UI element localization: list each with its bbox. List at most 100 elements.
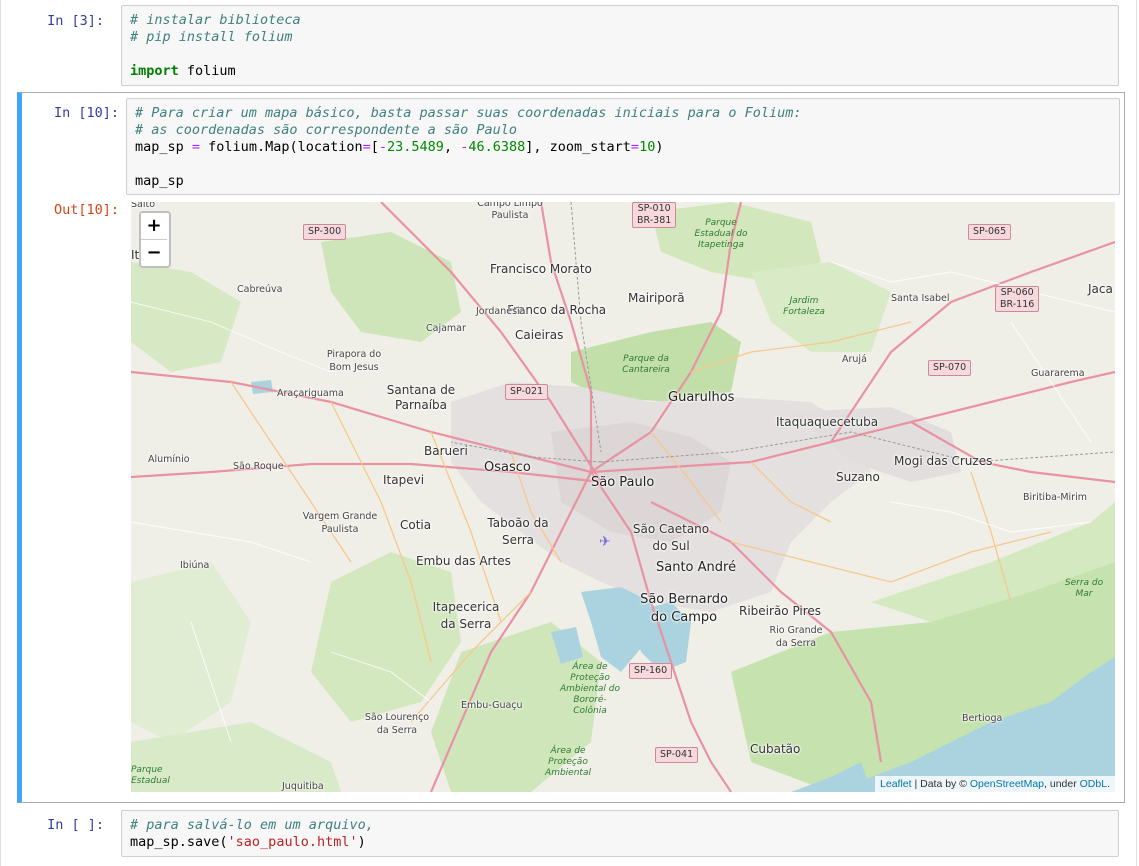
code-input-area[interactable]: # Para criar um mapa básico, basta passa… — [126, 98, 1120, 195]
city-label: Itapecerica da Serra — [432, 600, 500, 631]
city-label: Cajamar — [426, 323, 466, 334]
city-label: Arujá — [842, 354, 867, 365]
code-input-area[interactable]: # instalar biblioteca # pip install foli… — [121, 5, 1119, 86]
city-label: Suzano — [836, 470, 880, 484]
leaflet-map[interactable]: + − SP-300 SP-021 SP-010 BR-381 SP-065 S… — [131, 202, 1115, 792]
input-prompt: In [10]: — [53, 105, 119, 121]
city-label: São Lourenço da Serra — [364, 712, 430, 736]
code-string: 'sao_paulo.html' — [227, 834, 358, 850]
zoom-control: + − — [139, 211, 171, 268]
code-token: 10 — [639, 139, 656, 155]
city-label: Francisco Morato — [490, 262, 592, 276]
page-border-left — [0, 0, 1, 866]
city-label: It — [131, 248, 140, 262]
page-border-right — [1136, 0, 1137, 866]
road-shield-line: SP-010 — [637, 203, 671, 214]
code-editor[interactable]: # para salvá-lo em um arquivo, map_sp.sa… — [130, 817, 374, 851]
code-token: map_sp.save( — [130, 834, 228, 850]
city-label: Embu-Guaçu — [461, 700, 523, 711]
park-label: Jardim Fortaleza — [783, 296, 825, 317]
city-label: Ibiúna — [180, 560, 210, 571]
city-label: Jaca — [1088, 282, 1113, 296]
openstreetmap-link[interactable]: OpenStreetMap — [970, 778, 1044, 790]
city-label: Rio Grande da Serra — [769, 625, 823, 649]
code-token: = — [191, 139, 201, 155]
odbl-link[interactable]: ODbL — [1080, 778, 1107, 790]
city-label: Campo Limpo Paulista — [477, 202, 543, 221]
zoom-in-button[interactable]: + — [141, 213, 167, 240]
city-label: Mairiporã — [628, 291, 685, 305]
road-shield-line: BR-381 — [637, 215, 672, 226]
city-label: Jordanésia — [476, 306, 526, 317]
city-label: Bertioga — [962, 713, 1003, 724]
road-shield-line: SP-060 — [1000, 287, 1034, 298]
city-label: São Caetano do Sul — [632, 522, 710, 553]
code-line: # as coordenadas são correspondente a sã… — [135, 122, 518, 138]
city-label: Cotia — [400, 518, 432, 532]
code-token: , — [443, 139, 461, 155]
code-line: # para salvá-lo em um arquivo, — [130, 817, 374, 833]
attribution-text: , under — [1044, 778, 1080, 790]
code-token: [ — [370, 139, 379, 155]
input-prompt: In [ ]: — [47, 817, 104, 833]
airport-icon: ✈ — [599, 534, 611, 550]
code-editor[interactable]: # Para criar um mapa básico, basta passa… — [135, 105, 801, 190]
city-label: Caieiras — [515, 328, 564, 342]
code-token: ) — [655, 139, 664, 155]
road-shield: SP-160 — [629, 663, 673, 679]
park-label: Parque da Cantareira — [622, 354, 670, 375]
city-label: Ribeirão Pires — [739, 604, 822, 618]
park-label: Parque Estadual — [131, 765, 170, 786]
city-label: Guarulhos — [668, 390, 735, 405]
zoom-out-button[interactable]: − — [141, 240, 167, 266]
city-label: Pirapora do Bom Jesus — [326, 349, 382, 373]
code-line: # Para criar um mapa básico, basta passa… — [135, 105, 802, 121]
map-attribution: Leaflet | Data by © OpenStreetMap, under… — [875, 776, 1115, 792]
city-label: São Bernardo do Campo — [640, 592, 728, 625]
code-line: # pip install folium — [130, 29, 293, 45]
road-shield: SP-070 — [928, 360, 972, 376]
city-label: Santa Isabel — [891, 293, 950, 304]
code-token: 46.6388 — [468, 139, 526, 155]
city-label-sao-paulo: São Paulo — [591, 475, 655, 490]
city-label: Biritiba-Mirim — [1023, 492, 1087, 503]
code-editor[interactable]: # instalar biblioteca # pip install foli… — [130, 12, 301, 80]
park-label: Serra do Mar — [1064, 578, 1104, 599]
road-shield: SP-300 — [303, 224, 347, 240]
code-token: ], zoom_start — [525, 139, 631, 155]
park-label: Área de Proteção Ambiental do Bororé-Col… — [559, 662, 620, 716]
code-keyword-import: import — [130, 63, 179, 79]
code-token: ) — [357, 834, 366, 850]
leaflet-link[interactable]: Leaflet — [880, 778, 912, 790]
code-token: = — [630, 139, 640, 155]
road-shield: SP-041 — [655, 747, 699, 763]
code-token: - — [378, 139, 388, 155]
code-input-area[interactable]: # para salvá-lo em um arquivo, map_sp.sa… — [121, 810, 1119, 857]
city-label: Barueri — [424, 444, 468, 458]
road-shield: SP-010 BR-381 — [632, 202, 677, 228]
city-label: Juquitiba — [282, 781, 324, 792]
code-token-folium: folium — [186, 63, 236, 79]
code-token: = — [362, 139, 371, 155]
park-label: Área de Proteção Ambiental — [545, 746, 591, 778]
code-line: map_sp — [135, 173, 184, 189]
road-shield: SP-060 BR-116 — [995, 286, 1040, 312]
attribution-text: | Data by © — [911, 778, 970, 790]
city-label: Osasco — [484, 460, 531, 475]
attribution-text: . — [1107, 778, 1110, 790]
city-label: Santo André — [656, 560, 737, 575]
output-prompt: Out[10]: — [53, 202, 119, 218]
city-label: Araçariguama — [277, 388, 344, 399]
city-label: Embu das Artes — [416, 554, 511, 568]
city-label: Itapevi — [383, 473, 425, 487]
city-label: Salto — [131, 202, 156, 210]
code-cell-3[interactable]: In [ ]: # para salvá-lo em um arquivo, m… — [17, 810, 1125, 858]
city-label: Santana de Parnaíba — [386, 383, 456, 412]
road-shield: SP-021 — [505, 384, 549, 400]
code-line: # instalar biblioteca — [130, 12, 301, 28]
code-token: folium.Map(location — [200, 139, 363, 155]
road-shield-line: BR-116 — [1000, 299, 1035, 310]
road-shield: SP-065 — [968, 224, 1012, 240]
code-cell-1[interactable]: In [3]: # instalar biblioteca # pip inst… — [17, 5, 1125, 87]
code-token: map_sp — [135, 139, 192, 155]
